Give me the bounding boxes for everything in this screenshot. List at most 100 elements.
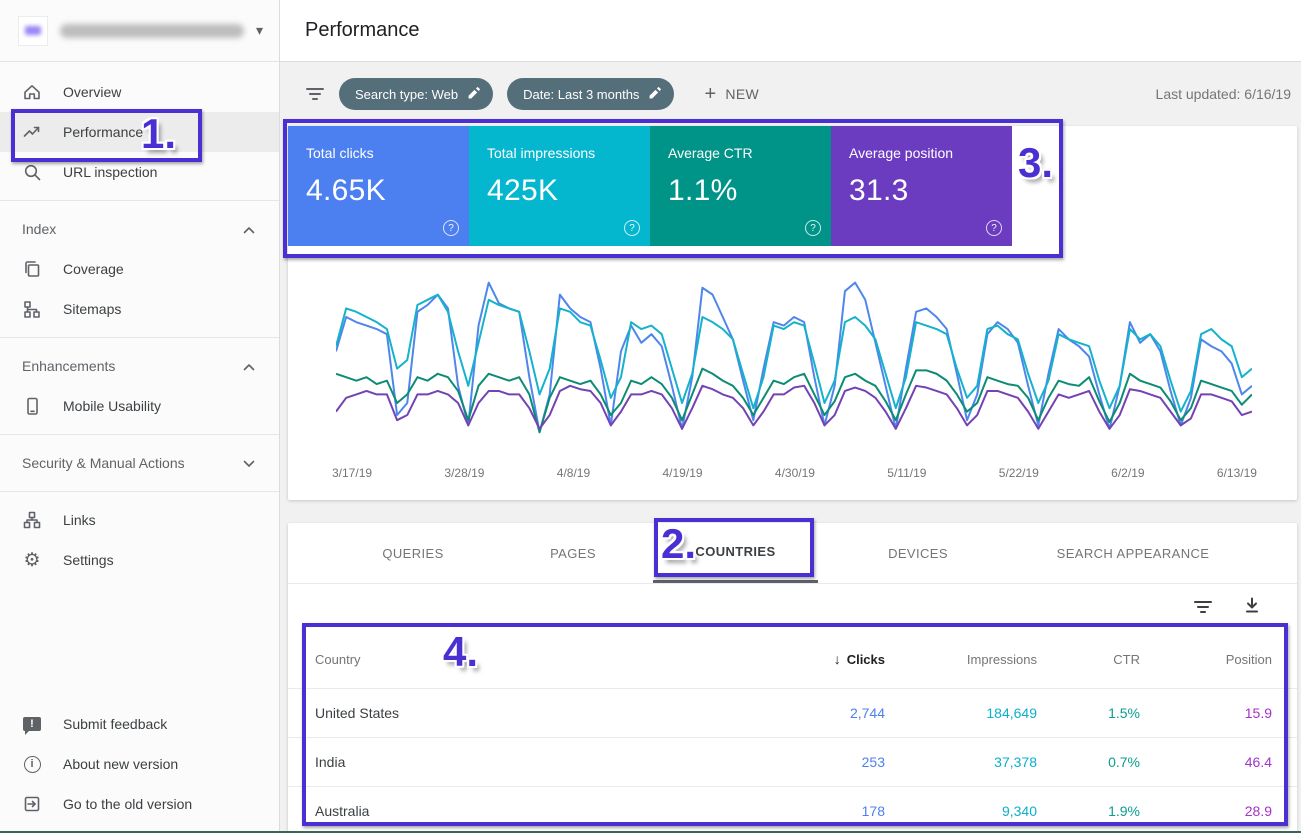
sidebar-item-about-new-version[interactable]: i About new version [0,744,279,784]
main-area: Performance Search type: Web Date: Last … [280,0,1301,833]
sidebar-item-label: About new version [63,756,178,772]
filter-bar: Search type: Web Date: Last 3 months + N… [280,62,1301,126]
cell-country: United States [315,705,735,721]
property-logo-mark [25,26,41,35]
download-icon[interactable] [1243,596,1261,619]
sidebar-item-coverage[interactable]: Coverage [0,249,279,289]
sidebar-item-label: Sitemaps [63,301,121,317]
tab-search-appearance[interactable]: SEARCH APPEARANCE [1018,523,1248,583]
metric-label: Total clicks [306,145,469,161]
sort-desc-icon: ↓ [834,651,841,667]
sidebar-item-label: Settings [63,552,114,568]
cell-position: 15.9 [1140,705,1272,721]
x-tick: 4/8/19 [557,466,590,480]
column-header-country[interactable]: Country [315,652,735,667]
sidebar-item-label: Overview [63,84,121,100]
tab-pages[interactable]: PAGES [493,523,653,583]
column-header-position[interactable]: Position [1140,652,1272,667]
sidebar-bottom: ! Submit feedback i About new version Go… [0,704,279,824]
pencil-edit-icon[interactable] [467,86,481,103]
metric-value: 4.65K [306,174,469,208]
tab-queries[interactable]: QUERIES [333,523,493,583]
metric-value: 31.3 [849,174,1012,208]
info-icon: i [22,754,42,774]
x-tick: 4/30/19 [775,466,815,480]
total-clicks-card[interactable]: Total clicks 4.65K ? [288,126,469,246]
help-icon[interactable]: ? [624,220,640,236]
new-label: NEW [725,86,759,102]
average-position-card[interactable]: Average position 31.3 ? [831,126,1012,246]
table-row-india[interactable]: India 253 37,378 0.7% 46.4 [288,738,1297,787]
sidebar-item-mobile-usability[interactable]: Mobile Usability [0,386,279,426]
property-selector[interactable]: ▾ [0,0,279,62]
help-icon[interactable]: ? [805,220,821,236]
chevron-up-icon [243,221,255,237]
date-range-chip[interactable]: Date: Last 3 months [507,78,674,110]
sidebar-item-sitemaps[interactable]: Sitemaps [0,289,279,329]
total-impressions-card[interactable]: Total impressions 425K ? [469,126,650,246]
page-header: Performance [280,0,1301,62]
sidebar-item-label: Submit feedback [63,716,167,732]
cell-ctr: 1.9% [1037,803,1140,819]
column-header-ctr[interactable]: CTR [1037,652,1140,667]
plus-icon: + [704,84,716,104]
column-header-clicks-sorted[interactable]: ↓Clicks [735,651,885,667]
sidebar-nav: Overview Performance URL inspection Inde… [0,62,279,580]
chart-canvas [336,274,1252,446]
table-filter-icon[interactable] [1193,601,1213,613]
sidebar-item-performance[interactable]: Performance [0,112,279,152]
property-logo [18,16,48,46]
x-tick: 5/22/19 [999,466,1039,480]
mobile-phone-icon [22,396,42,416]
sidebar-section-enhancements[interactable]: Enhancements [0,346,279,386]
coverage-pages-icon [22,259,42,279]
page-title: Performance [305,19,420,42]
table-row-australia[interactable]: Australia 178 9,340 1.9% 28.9 [288,787,1297,833]
sidebar-divider [0,200,279,201]
tab-devices[interactable]: DEVICES [818,523,1018,583]
sidebar-section-index[interactable]: Index [0,209,279,249]
dimensions-table-card: QUERIES PAGES COUNTRIES DEVICES SEARCH A… [288,523,1297,833]
content: Total clicks 4.65K ? Total impressions 4… [280,126,1301,833]
metric-label: Average CTR [668,145,831,161]
sidebar-item-links[interactable]: Links [0,500,279,540]
cell-position: 28.9 [1140,803,1272,819]
help-icon[interactable]: ? [986,220,1002,236]
search-console-app: ▾ Overview Performance URL inspection [0,0,1301,833]
sidebar-divider [0,434,279,435]
dimension-tabs: QUERIES PAGES COUNTRIES DEVICES SEARCH A… [288,523,1297,584]
sidebar-item-overview[interactable]: Overview [0,72,279,112]
performance-chart-card: Total clicks 4.65K ? Total impressions 4… [288,126,1297,500]
table-row-united-states[interactable]: United States 2,744 184,649 1.5% 15.9 [288,689,1297,738]
sidebar-item-settings[interactable]: ⚙ Settings [0,540,279,580]
search-type-chip[interactable]: Search type: Web [339,78,493,110]
metric-label: Total impressions [487,145,650,161]
x-tick: 6/2/19 [1111,466,1144,480]
metric-summary-row: Total clicks 4.65K ? Total impressions 4… [288,126,1297,246]
chevron-up-icon [243,358,255,374]
cell-clicks: 2,744 [735,705,885,721]
tab-countries[interactable]: COUNTRIES [653,523,818,583]
sidebar-item-label: Performance [63,124,143,140]
x-tick: 5/11/19 [887,466,926,480]
chevron-down-icon [243,455,255,471]
average-ctr-card[interactable]: Average CTR 1.1% ? [650,126,831,246]
time-series-chart[interactable] [336,274,1252,446]
metric-value: 1.1% [668,174,831,208]
pencil-edit-icon[interactable] [648,86,662,103]
cell-impressions: 37,378 [885,754,1037,770]
help-icon[interactable]: ? [443,220,459,236]
sidebar-item-label: Go to the old version [63,796,192,812]
sidebar: ▾ Overview Performance URL inspection [0,0,280,833]
sidebar-item-submit-feedback[interactable]: ! Submit feedback [0,704,279,744]
column-header-impressions[interactable]: Impressions [885,652,1037,667]
sidebar-item-label: Links [63,512,96,528]
filter-icon[interactable] [305,88,325,100]
sitemaps-tree-icon [22,299,42,319]
new-filter-button[interactable]: + NEW [704,84,759,104]
section-label: Index [22,221,56,237]
sidebar-section-security-manual-actions[interactable]: Security & Manual Actions [0,443,279,483]
sidebar-item-go-to-old-version[interactable]: Go to the old version [0,784,279,824]
x-tick: 4/19/19 [663,466,703,480]
sidebar-item-url-inspection[interactable]: URL inspection [0,152,279,192]
